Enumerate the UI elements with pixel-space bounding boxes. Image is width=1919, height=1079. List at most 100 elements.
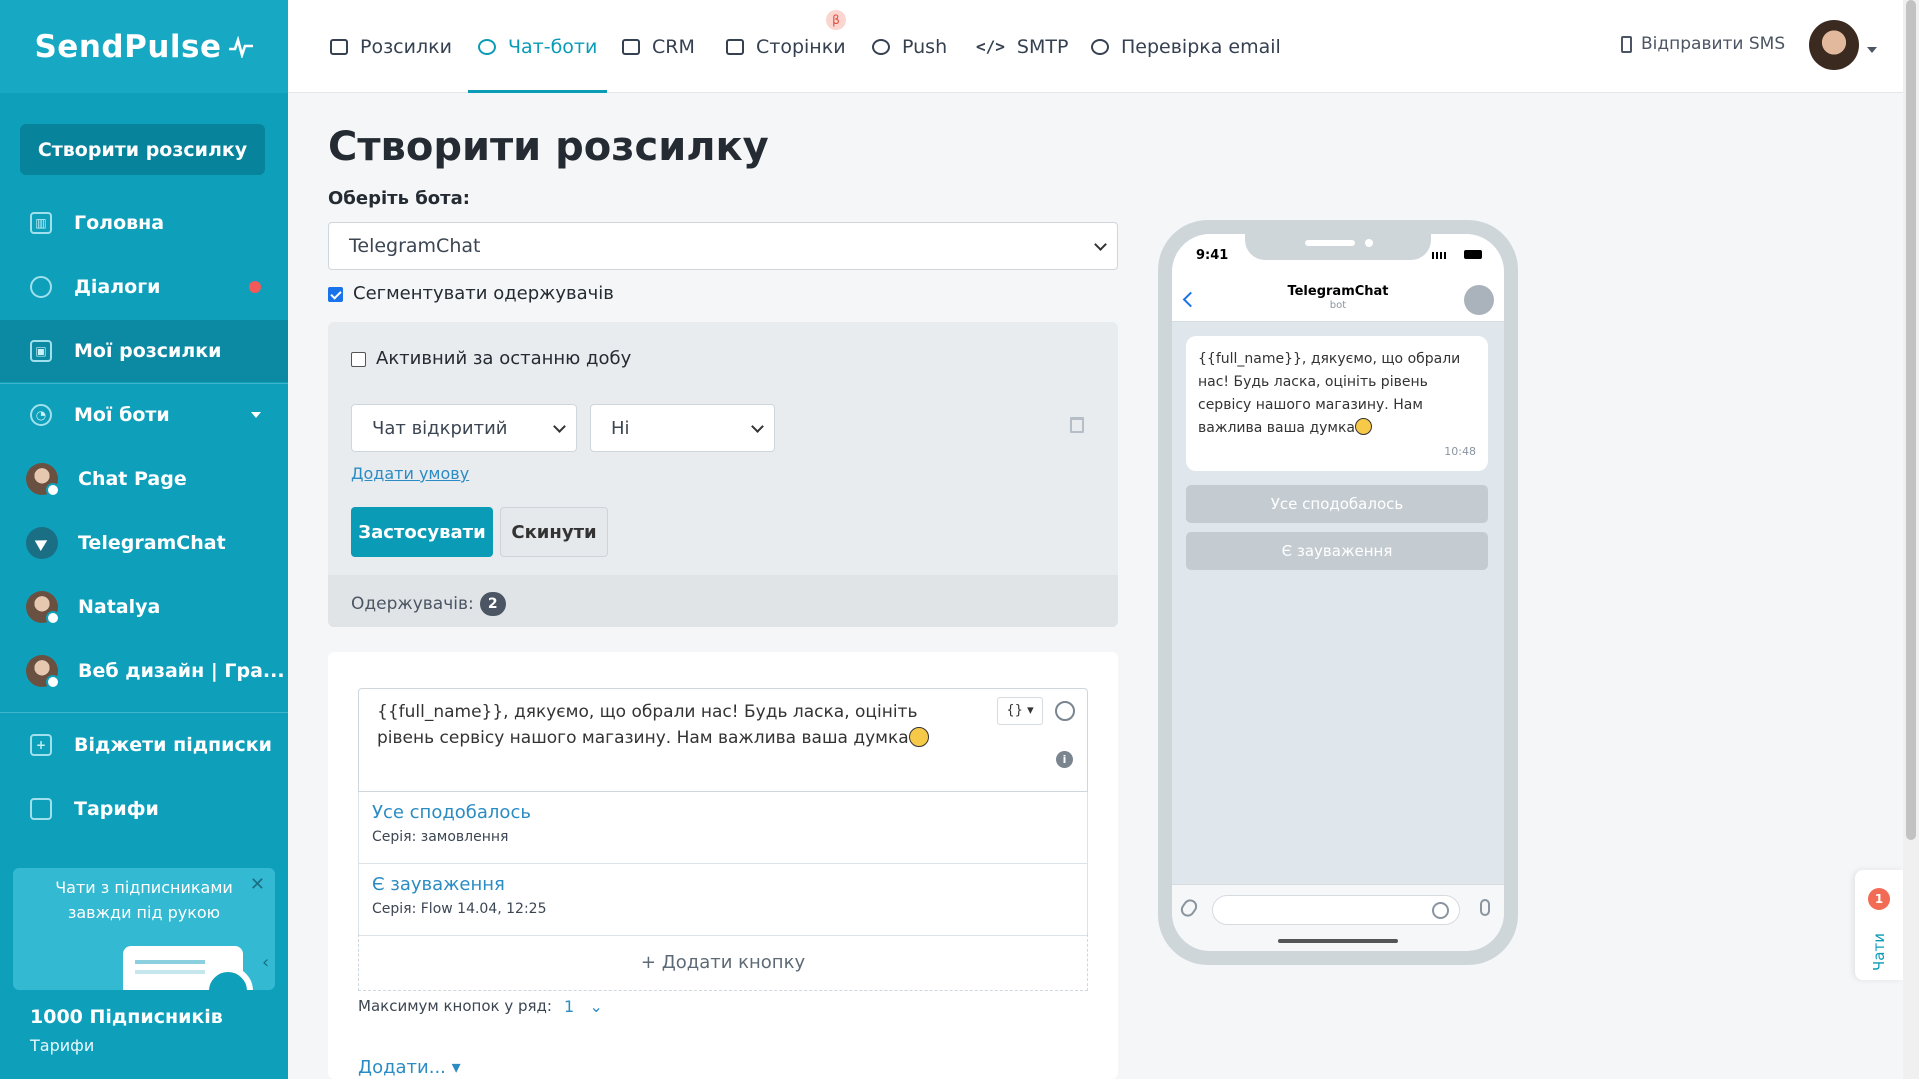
condition-field-select[interactable]: Чат відкритий	[351, 404, 577, 452]
sidebar-item-tariffs[interactable]: Тарифи	[0, 778, 288, 840]
widget-icon: +	[30, 734, 52, 756]
smiley-emoji-icon	[908, 727, 929, 747]
sidebar-item-label: Тарифи	[74, 798, 159, 820]
phone-preview: 9:41 TelegramChat bot {{full_name}}, дяк…	[1158, 220, 1518, 965]
tab-campaigns[interactable]: Розсилки	[330, 0, 452, 93]
sidebar-bot-telegramchat[interactable]: TelegramChat	[0, 512, 288, 574]
user-avatar[interactable]	[1809, 20, 1859, 70]
sidebar-item-label: Діалоги	[74, 276, 161, 298]
tab-pages[interactable]: Сторінки β	[726, 0, 846, 93]
sidebar-bot-natalya[interactable]: Natalya	[0, 576, 288, 638]
tab-label: Перевірка email	[1121, 35, 1281, 58]
page-icon	[726, 38, 744, 55]
chats-label: Чати	[1870, 933, 1888, 971]
phone-icon	[1621, 35, 1632, 53]
tab-crm[interactable]: CRM	[622, 0, 695, 93]
sidebar-bot-web-design[interactable]: Веб дизайн | Гра...	[0, 640, 288, 702]
chevron-left-icon[interactable]: ‹	[262, 952, 269, 973]
bots-icon: ◔	[30, 404, 52, 426]
add-more-dropdown[interactable]: Додати... ▾	[358, 1057, 461, 1078]
chevron-down-icon	[1094, 238, 1107, 251]
trash-icon[interactable]	[1070, 417, 1084, 433]
tariffs-link[interactable]: Тарифи	[30, 1036, 94, 1055]
paperclip-icon	[1178, 896, 1200, 920]
inline-button-row[interactable]: Є зауваження Серія: Flow 14.04, 12:25	[358, 864, 1088, 936]
chevron-down-icon	[251, 412, 261, 418]
page-scrollbar[interactable]	[1903, 0, 1919, 1079]
sidebar-item-dialogs[interactable]: Діалоги	[0, 256, 288, 318]
sidebar-item-my-campaigns[interactable]: ▣ Мої розсилки	[0, 320, 288, 382]
sendpulse-logo[interactable]: SendPulse	[34, 29, 253, 65]
max-buttons-select[interactable]: 1 ⌄	[564, 997, 603, 1016]
inline-button-title: Є зауваження	[372, 874, 505, 895]
info-icon[interactable]: i	[1056, 751, 1073, 768]
sidebar-divider	[0, 712, 288, 713]
tab-label: Розсилки	[360, 35, 452, 58]
envelope-icon	[330, 38, 348, 55]
phone-notch	[1245, 234, 1431, 260]
tab-smtp[interactable]: </> SMTP	[976, 0, 1068, 93]
segment-label: Сегментувати одержувачів	[353, 283, 614, 304]
sidebar-bot-chat-page[interactable]: Chat Page	[0, 448, 288, 510]
bell-icon	[872, 38, 890, 55]
microphone-icon	[1480, 899, 1490, 916]
chevron-down-icon	[751, 420, 764, 433]
wallet-icon	[30, 798, 52, 820]
smiley-emoji-icon	[1355, 418, 1373, 435]
page-title: Створити розсилку	[328, 124, 769, 170]
top-header: Розсилки Чат-боти CRM Сторінки β Push </>…	[288, 0, 1903, 93]
recipients-summary: Одержувачів: 2	[351, 592, 506, 616]
bot-select-label: Оберіть бота:	[328, 188, 470, 209]
promo-text: Чати з підписниками завжди під рукою	[55, 878, 233, 922]
scrollbar-thumb[interactable]	[1906, 0, 1916, 840]
recipients-label: Одержувачів:	[351, 594, 474, 614]
close-icon[interactable]: ✕	[250, 874, 265, 895]
beta-badge: β	[826, 10, 846, 30]
bot-select[interactable]: TelegramChat	[328, 222, 1118, 270]
sidebar: SendPulse Створити розсилку ▥ Головна Ді…	[0, 0, 288, 1079]
condition-field-value: Чат відкритий	[372, 417, 508, 439]
sidebar-item-home[interactable]: ▥ Головна	[0, 192, 288, 254]
sticker-icon	[1432, 902, 1449, 919]
chats-promo-banner[interactable]: Чати з підписниками завжди під рукою ✕	[13, 868, 275, 990]
chat-name: TelegramChat	[1287, 284, 1389, 299]
chats-widget-tab[interactable]: 1 Чати	[1855, 870, 1903, 980]
emoji-picker-icon[interactable]	[1055, 701, 1075, 721]
tab-email-verify[interactable]: Перевірка email	[1091, 0, 1281, 93]
message-time: 10:48	[1444, 445, 1476, 458]
active-last-day-checkbox[interactable]	[351, 352, 366, 367]
condition-value-select[interactable]: Ні	[590, 404, 775, 452]
tab-chatbots[interactable]: Чат-боти	[468, 0, 608, 93]
tab-label: Сторінки	[756, 35, 846, 58]
reset-button[interactable]: Скинути	[500, 507, 608, 557]
add-button-button[interactable]: + Додати кнопку	[358, 934, 1088, 991]
inline-button-row[interactable]: Усе сподобалось Серія: замовлення	[358, 792, 1088, 864]
variables-dropdown-button[interactable]: {} ▾	[997, 697, 1043, 725]
chatbot-icon	[478, 38, 496, 55]
recipients-count-badge: 2	[479, 592, 506, 616]
sidebar-item-label: Мої розсилки	[74, 340, 222, 362]
phone-screen: 9:41 TelegramChat bot {{full_name}}, дяк…	[1172, 234, 1504, 951]
logo-area: SendPulse	[0, 0, 288, 93]
send-sms-link[interactable]: Відправити SMS	[1621, 0, 1785, 88]
chat-bubble-icon	[30, 276, 52, 298]
dashboard-icon: ▥	[30, 212, 52, 234]
sidebar-item-my-bots[interactable]: ◔ Мої боти	[0, 384, 288, 446]
add-condition-link[interactable]: Додати умову	[351, 464, 469, 483]
segment-checkbox[interactable]	[328, 287, 343, 302]
home-indicator	[1278, 939, 1398, 943]
create-campaign-button[interactable]: Створити розсилку	[20, 124, 265, 175]
broadcast-icon: ▣	[30, 340, 52, 362]
message-textarea[interactable]: {{full_name}}, дякуємо, що обрали нас! Б…	[358, 688, 1088, 792]
unread-dot	[249, 281, 261, 293]
sidebar-item-widgets[interactable]: + Віджети підписки	[0, 714, 288, 776]
tab-label: SMTP	[1016, 35, 1069, 58]
chevron-down-icon[interactable]	[1867, 47, 1877, 53]
crm-icon	[622, 38, 640, 55]
preview-message-text: {{full_name}}, дякуємо, що обрали нас! Б…	[1198, 351, 1461, 436]
tab-push[interactable]: Push	[872, 0, 947, 93]
subscribers-count: 1000 Підписників	[30, 1006, 223, 1028]
apply-button[interactable]: Застосувати	[351, 507, 493, 557]
tab-label: Чат-боти	[508, 35, 598, 58]
sidebar-item-label: TelegramChat	[78, 532, 226, 554]
